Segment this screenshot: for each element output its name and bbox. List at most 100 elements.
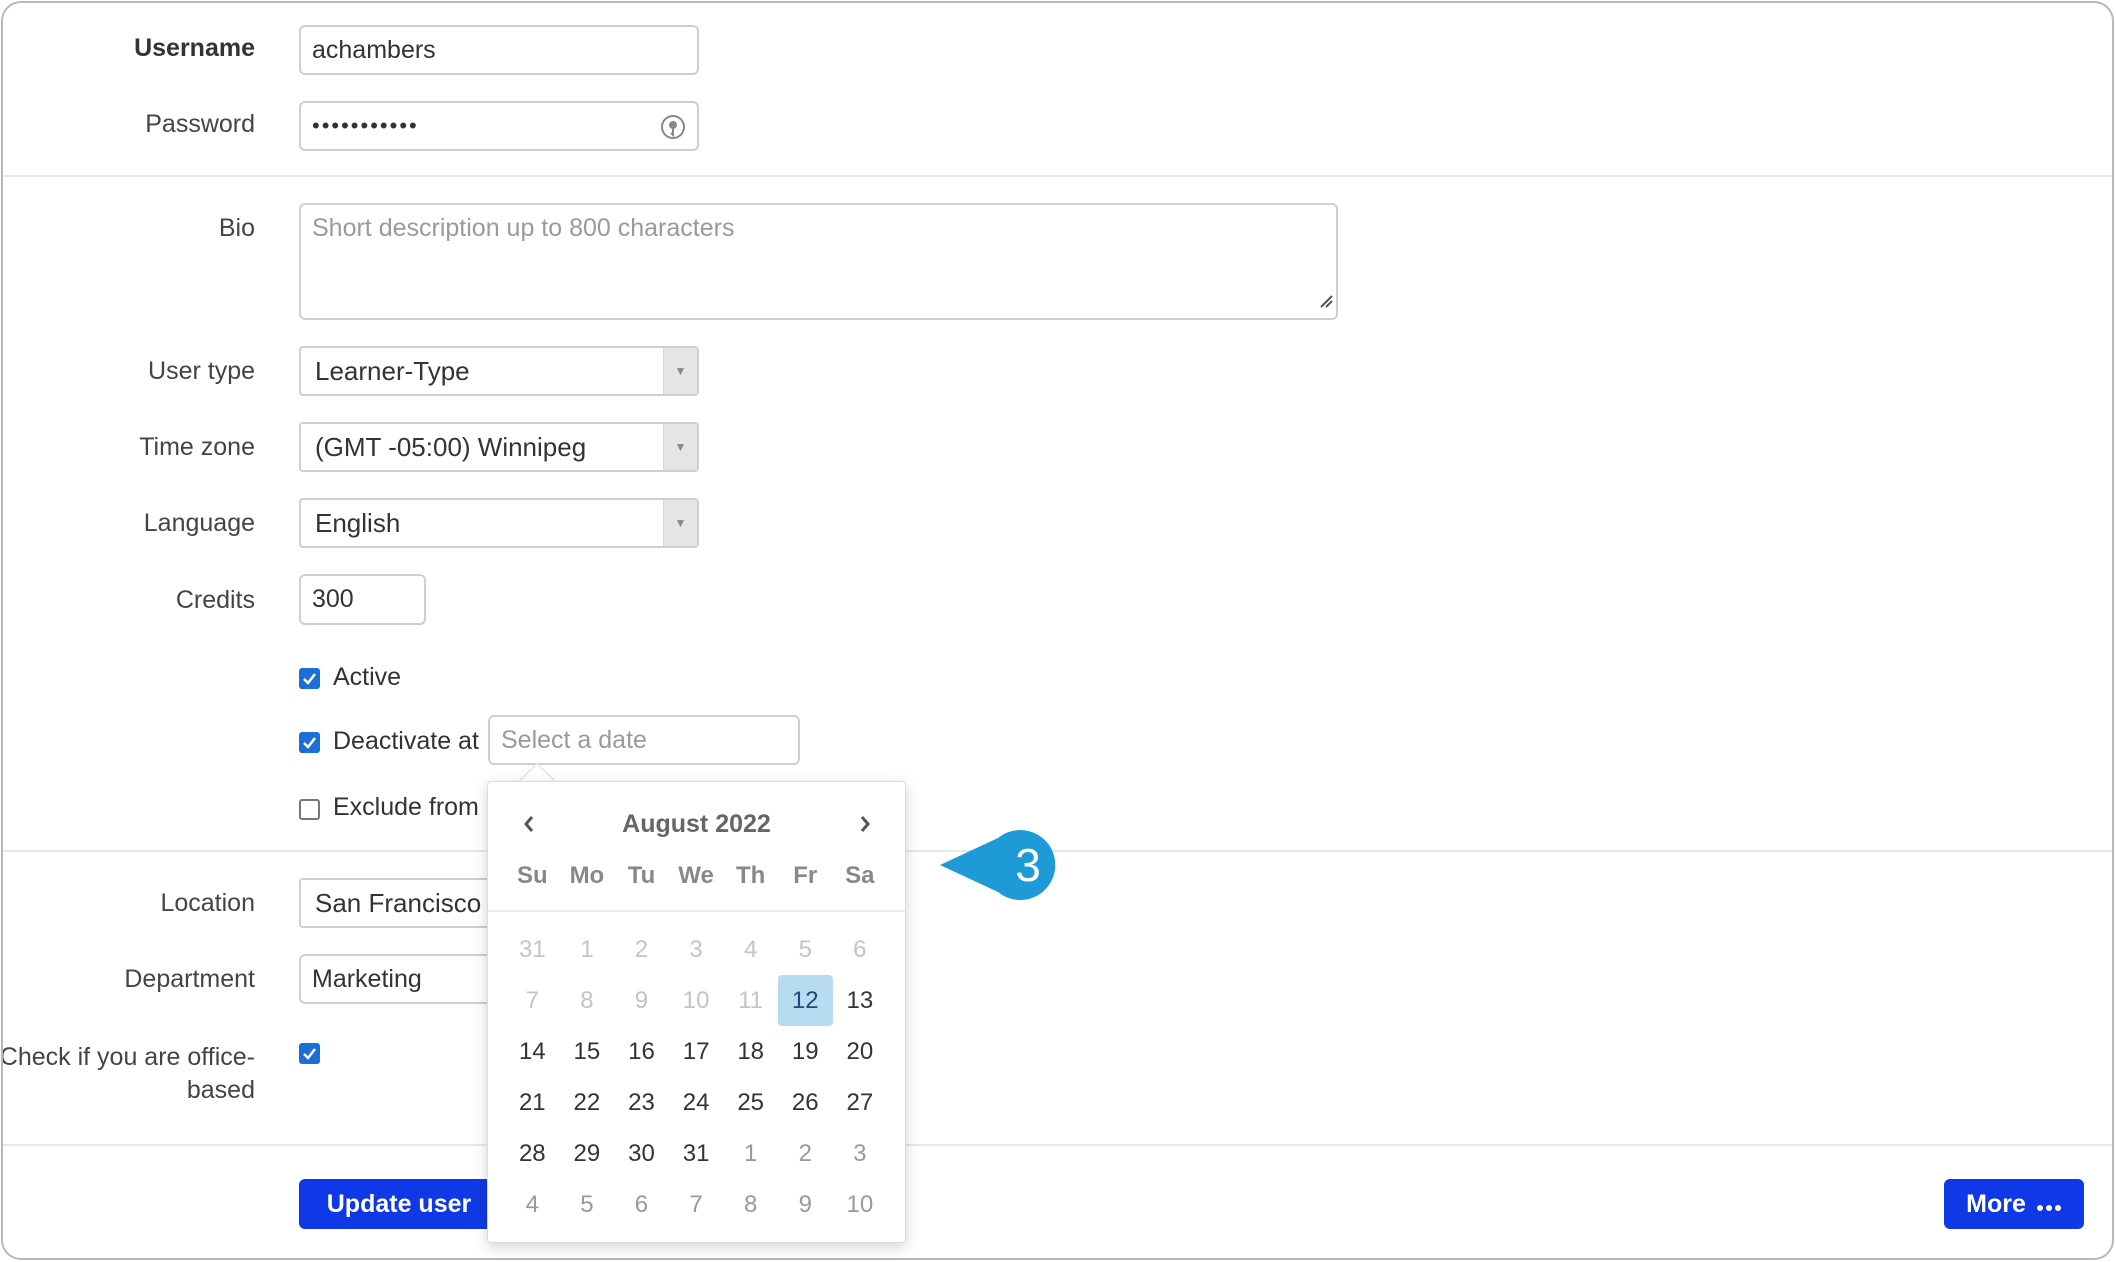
department-label: Department xyxy=(124,965,255,993)
password-value: ••••••••••• xyxy=(312,113,419,138)
dropdown-arrow-icon: ▼ xyxy=(663,424,697,470)
password-input[interactable]: ••••••••••• xyxy=(299,101,699,151)
dropdown-arrow-icon: ▼ xyxy=(663,500,697,546)
time-zone-value: (GMT -05:00) Winnipeg xyxy=(315,431,587,462)
calendar-day[interactable]: 30 xyxy=(614,1128,669,1179)
weekday-label: Sa xyxy=(845,862,875,889)
office-based-checkbox[interactable] xyxy=(299,1043,320,1064)
weekday-label: We xyxy=(678,862,714,889)
section-divider xyxy=(3,175,2112,177)
calendar-day[interactable]: 7 xyxy=(669,1179,724,1230)
weekday-label: Mo xyxy=(569,862,605,889)
calendar-day[interactable]: 31 xyxy=(669,1128,724,1179)
calendar-day[interactable]: 7 xyxy=(505,975,560,1026)
calendar-day[interactable]: 10 xyxy=(669,975,724,1026)
calendar-day[interactable]: 25 xyxy=(723,1077,778,1128)
calendar-day[interactable]: 2 xyxy=(614,924,669,975)
update-user-button[interactable]: Update user xyxy=(299,1179,499,1229)
datepicker-divider xyxy=(488,910,905,912)
calendar-day[interactable]: 16 xyxy=(614,1026,669,1077)
deactivate-date-input[interactable]: Select a date xyxy=(488,715,800,765)
username-label: Username xyxy=(134,34,255,62)
dropdown-arrow-icon: ▼ xyxy=(663,348,697,394)
calendar-day[interactable]: 6 xyxy=(833,924,888,975)
deactivate-checkbox[interactable] xyxy=(299,732,320,753)
user-edit-form: Username achambers Password ••••••••••• … xyxy=(1,1,2114,1260)
calendar-day[interactable]: 15 xyxy=(560,1026,615,1077)
datepicker-month-label[interactable]: August 2022 xyxy=(488,804,905,844)
calendar-day[interactable]: 11 xyxy=(723,975,778,1026)
deactivate-label: Deactivate at xyxy=(333,727,479,755)
step-number: 3 xyxy=(1015,839,1041,891)
calendar-day[interactable]: 3 xyxy=(833,1128,888,1179)
checkmark-icon xyxy=(303,737,316,749)
calendar-day[interactable]: 10 xyxy=(833,1179,888,1230)
language-value: English xyxy=(315,507,401,538)
calendar-day[interactable]: 28 xyxy=(505,1128,560,1179)
calendar-day[interactable]: 1 xyxy=(723,1128,778,1179)
calendar-day[interactable]: 21 xyxy=(505,1077,560,1128)
active-checkbox[interactable] xyxy=(299,668,320,689)
calendar-day[interactable]: 22 xyxy=(560,1077,615,1128)
more-button[interactable]: More xyxy=(1944,1179,2084,1229)
calendar-day[interactable]: 29 xyxy=(560,1128,615,1179)
ellipsis-icon xyxy=(2036,1190,2062,1219)
calendar-day[interactable]: 9 xyxy=(778,1179,833,1230)
calendar-day[interactable]: 20 xyxy=(833,1026,888,1077)
weekday-label: Fr xyxy=(793,862,818,889)
location-label: Location xyxy=(160,889,255,917)
office-based-label: Check if you are office- based xyxy=(1,1043,255,1104)
calendar-day[interactable]: 8 xyxy=(723,1179,778,1230)
username-input[interactable]: achambers xyxy=(299,25,699,75)
time-zone-label: Time zone xyxy=(139,433,255,461)
credits-input[interactable]: 300 xyxy=(299,574,426,625)
user-type-label: User type xyxy=(148,357,255,385)
calendar-day[interactable]: 9 xyxy=(614,975,669,1026)
calendar-day[interactable]: 27 xyxy=(833,1077,888,1128)
calendar-day[interactable]: 2 xyxy=(778,1128,833,1179)
user-type-select[interactable]: Learner-Type ▼ xyxy=(299,346,699,396)
calendar-day[interactable]: 24 xyxy=(669,1077,724,1128)
weekday-header: Su Mo Tu We Th Fr Sa xyxy=(488,862,905,890)
calendar-day[interactable]: 18 xyxy=(723,1026,778,1077)
weekday-label: Su xyxy=(516,862,548,889)
exclude-checkbox[interactable] xyxy=(299,799,320,820)
step-badge: 3 xyxy=(940,826,1057,904)
calendar-day[interactable]: 1 xyxy=(560,924,615,975)
section-divider xyxy=(3,850,2112,852)
datepicker-days: 31 1 2 3 4 5 6 7 8 9 10 11 12 13 14 15 16 17 18 19 20 21 22 23 2… xyxy=(505,924,887,1230)
calendar-day[interactable]: 4 xyxy=(723,924,778,975)
password-reveal-icon[interactable] xyxy=(659,113,687,147)
user-type-value: Learner-Type xyxy=(315,355,470,386)
bio-placeholder: Short description up to 800 characters xyxy=(312,214,735,242)
checkmark-icon xyxy=(303,673,316,685)
calendar-day[interactable]: 31 xyxy=(505,924,560,975)
calendar-day[interactable]: 8 xyxy=(560,975,615,1026)
calendar-day[interactable]: 3 xyxy=(669,924,724,975)
calendar-day[interactable]: 26 xyxy=(778,1077,833,1128)
calendar-day[interactable]: 17 xyxy=(669,1026,724,1077)
exclude-label: Exclude from e xyxy=(333,793,500,821)
calendar-day[interactable]: 19 xyxy=(778,1026,833,1077)
calendar-day[interactable]: 14 xyxy=(505,1026,560,1077)
language-select[interactable]: English ▼ xyxy=(299,498,699,548)
location-value: San Francisco xyxy=(315,887,482,918)
time-zone-select[interactable]: (GMT -05:00) Winnipeg ▼ xyxy=(299,422,699,472)
section-divider xyxy=(3,1144,2112,1146)
calendar-day[interactable]: 5 xyxy=(560,1179,615,1230)
bio-textarea[interactable]: Short description up to 800 characters xyxy=(299,203,1338,320)
active-label: Active xyxy=(333,663,402,691)
calendar-day[interactable]: 6 xyxy=(614,1179,669,1230)
calendar-day[interactable]: 4 xyxy=(505,1179,560,1230)
calendar-day[interactable]: 13 xyxy=(833,975,888,1026)
next-month-icon[interactable] xyxy=(845,804,885,844)
calendar-day[interactable]: 12 xyxy=(777,975,833,1026)
resize-handle-icon[interactable] xyxy=(1317,286,1333,315)
calendar-day[interactable]: 5 xyxy=(778,924,833,975)
checkmark-icon xyxy=(303,1048,316,1060)
weekday-label: Th xyxy=(736,862,766,889)
language-label: Language xyxy=(143,509,255,537)
password-label: Password xyxy=(145,110,255,138)
credits-label: Credits xyxy=(175,586,255,614)
calendar-day[interactable]: 23 xyxy=(614,1077,669,1128)
